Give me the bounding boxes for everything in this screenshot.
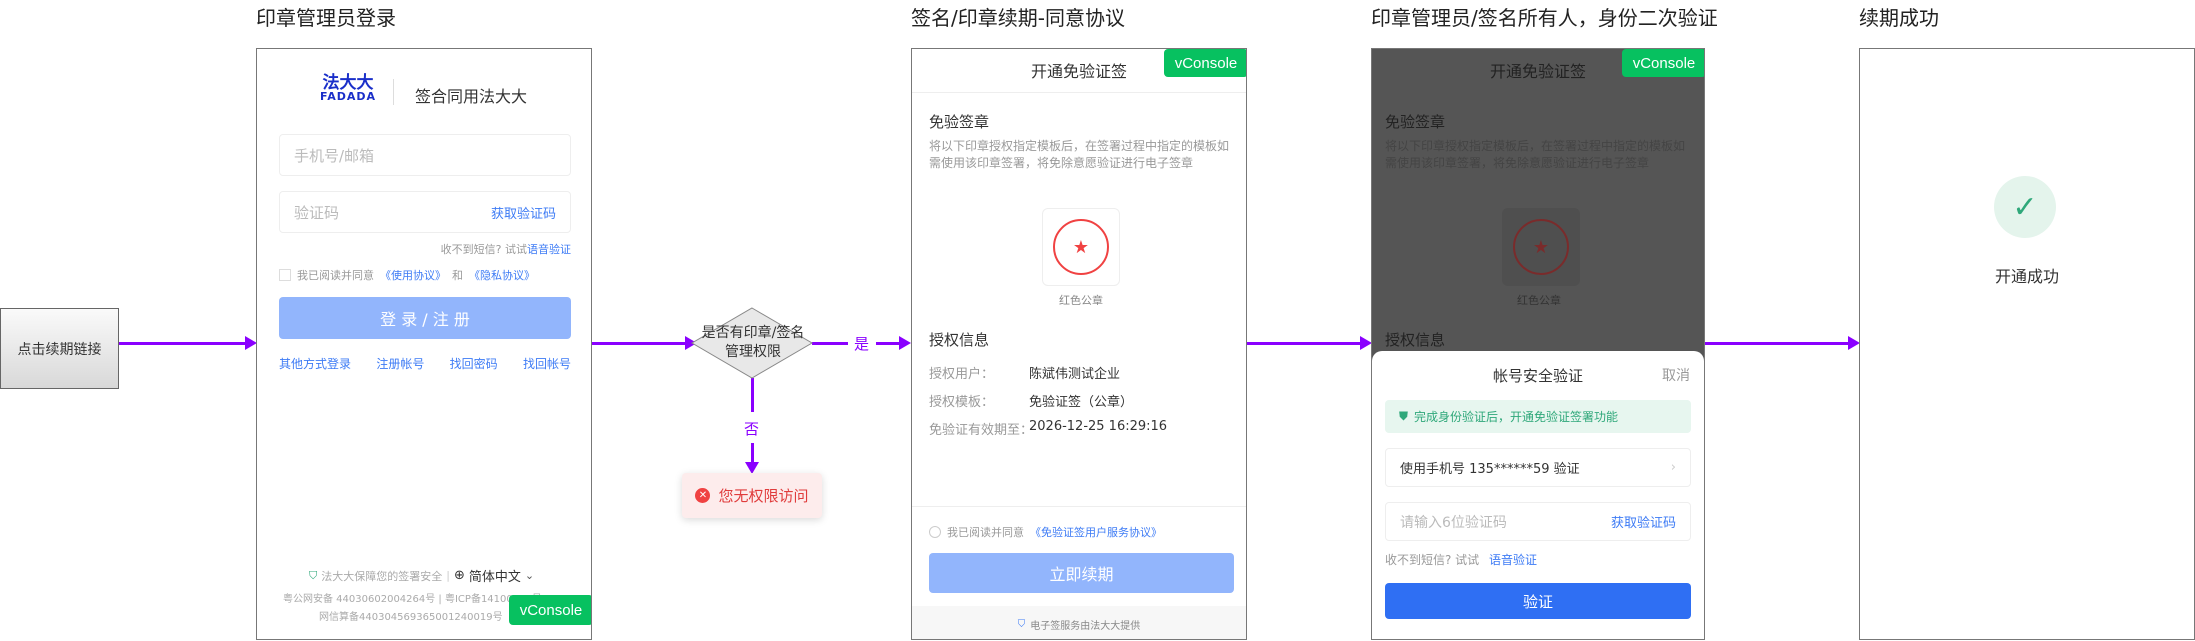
terms-link[interactable]: 《使用协议》 bbox=[380, 267, 446, 283]
chevron-down-icon[interactable]: ⌄ bbox=[525, 569, 534, 582]
register-link[interactable]: 注册帐号 bbox=[376, 355, 424, 372]
code-input[interactable]: 请输入6位验证码 获取验证码 bbox=[1385, 502, 1691, 541]
provider-text: 电子签服务由法大大提供 bbox=[1030, 620, 1141, 632]
seal-card: ★ bbox=[1502, 208, 1580, 286]
success-text: 开通成功 bbox=[1994, 267, 2059, 286]
arrow-decision-yes bbox=[812, 342, 848, 345]
error-toast: ✕ 您无权限访问 bbox=[682, 473, 822, 518]
verify-button[interactable]: 验证 bbox=[1385, 583, 1691, 619]
net-filing-text: 网信算备440304569365001240019号 bbox=[319, 612, 503, 623]
row-label: 授权用户： bbox=[929, 367, 995, 382]
security-text: 法大大保障您的签署安全 bbox=[321, 569, 443, 583]
error-text: 您无权限访问 bbox=[718, 487, 809, 505]
icp-text: 粤公网安备 44030602004264号 | 粤ICP备14100833号 bbox=[283, 594, 542, 605]
chevron-right-icon: › bbox=[1670, 460, 1676, 475]
shield-icon: ⛊ bbox=[1399, 409, 1409, 423]
description: 将以下印章授权指定模板后，在签署过程中指定的模板如需使用该印章签署，将免除意愿验… bbox=[1385, 139, 1686, 170]
column-title-login: 印章管理员登录 bbox=[256, 6, 396, 30]
verify-screen: 开通免验证签 vConsole 免验签章 将以下印章授权指定模板后，在签署过程中… bbox=[1371, 48, 1705, 640]
section-title: 授权信息 bbox=[1385, 331, 1446, 349]
arrow-start-login bbox=[119, 342, 247, 345]
seal-card[interactable]: ★ bbox=[1042, 208, 1120, 286]
voice-verify-link[interactable]: 语音验证 bbox=[527, 243, 571, 256]
cancel-button[interactable]: 取消 bbox=[1662, 365, 1690, 385]
voice-verify-link[interactable]: 语音验证 bbox=[1489, 553, 1537, 567]
login-register-button[interactable]: 登 录 / 注 册 bbox=[279, 297, 571, 339]
section-title: 免验签章 bbox=[1385, 113, 1446, 131]
recover-account-link[interactable]: 找回帐号 bbox=[523, 355, 571, 372]
description: 将以下印章授权指定模板后，在签署过程中指定的模板如需使用该印章签署，将免除意愿验… bbox=[929, 139, 1230, 170]
agree-checkbox[interactable] bbox=[279, 269, 291, 281]
arrow-login-decision bbox=[592, 342, 687, 345]
code-input[interactable]: 验证码 获取验证码 bbox=[279, 191, 571, 233]
no-sms-text: 收不到短信? 试试 bbox=[440, 243, 527, 256]
row-label: 免验证有效期至： bbox=[929, 423, 1034, 438]
get-code-link[interactable]: 获取验证码 bbox=[491, 203, 556, 222]
fadada-logo: 法大大 FADADA bbox=[320, 73, 377, 104]
agreement-link[interactable]: 《免验证签用户服务协议》 bbox=[1030, 524, 1162, 540]
success-screen: ✓ 开通成功 bbox=[1859, 48, 2195, 640]
arrow-verify-success bbox=[1705, 342, 1850, 345]
arrow-decision-no bbox=[751, 378, 754, 412]
row-label: 授权模板： bbox=[929, 395, 995, 410]
decision-text: 是否有印章/签名管理权限 bbox=[701, 325, 805, 360]
column-title-agreement: 签名/印章续期-同意协议 bbox=[911, 6, 1125, 30]
info-banner: ⛊ 完成身份验证后，开通免验证签署功能 bbox=[1385, 400, 1691, 433]
agree-text: 我已阅读并同意 bbox=[297, 269, 374, 282]
language-select[interactable]: 简体中文 bbox=[469, 566, 521, 585]
yes-label: 是 bbox=[854, 335, 870, 353]
phone-email-input[interactable]: 手机号/邮箱 bbox=[279, 134, 571, 176]
vconsole-button[interactable]: vConsole bbox=[1164, 49, 1246, 77]
success-check-icon: ✓ bbox=[1994, 176, 2056, 238]
recover-password-link[interactable]: 找回密码 bbox=[450, 355, 498, 372]
login-screen: 法大大 FADADA 签合同用法大大 手机号/邮箱 验证码 获取验证码 收不到短信?… bbox=[256, 48, 592, 640]
row-value: 陈斌伟测试企业 bbox=[1029, 367, 1121, 382]
arrow-agreement-verify bbox=[1247, 342, 1362, 345]
agreement-screen: 开通免验证签 vConsole 免验签章 将以下印章授权指定模板后，在签署过程中… bbox=[911, 48, 1247, 640]
no-label: 否 bbox=[744, 420, 760, 438]
vconsole-button[interactable]: vConsole bbox=[1622, 49, 1704, 77]
shield-icon: ⛉ bbox=[309, 568, 318, 582]
globe-icon: ⊕ bbox=[453, 568, 465, 583]
seal-image: ★ bbox=[1053, 219, 1109, 275]
row-value: 免验证签（公章） bbox=[1029, 395, 1134, 410]
verify-sheet: 帐号安全验证 取消 ⛊ 完成身份验证后，开通免验证签署功能 使用手机号 135**… bbox=[1372, 351, 1704, 639]
no-sms-text: 收不到短信? 试试 bbox=[1385, 553, 1480, 567]
row-value: 2026-12-25 16:29:16 bbox=[1029, 419, 1168, 434]
agree-radio[interactable] bbox=[929, 526, 941, 538]
section-title-exempt-seal: 免验签章 bbox=[929, 113, 990, 131]
slogan: 签合同用法大大 bbox=[415, 87, 528, 106]
vconsole-button[interactable]: vConsole bbox=[509, 595, 591, 625]
shield-icon: ⛉ bbox=[1017, 618, 1026, 630]
seal-name: 红色公章 bbox=[1517, 294, 1561, 307]
section-title-auth-info: 授权信息 bbox=[929, 331, 990, 349]
sheet-title: 帐号安全验证 bbox=[1492, 367, 1583, 385]
get-code-link[interactable]: 获取验证码 bbox=[1611, 512, 1676, 531]
column-title-success: 续期成功 bbox=[1859, 6, 1939, 30]
seal-name: 红色公章 bbox=[1059, 294, 1103, 307]
renew-button[interactable]: 立即续期 bbox=[929, 553, 1234, 593]
phone-verify-option[interactable]: 使用手机号 135******59 验证 › bbox=[1385, 448, 1691, 487]
column-title-verify: 印章管理员/签名所有人，身份二次验证 bbox=[1371, 6, 1718, 30]
and-text: 和 bbox=[452, 269, 463, 282]
start-node: 点击续期链接 bbox=[0, 308, 119, 389]
agree-text: 我已阅读并同意 bbox=[947, 526, 1024, 539]
privacy-link[interactable]: 《隐私协议》 bbox=[469, 267, 535, 283]
other-login-link[interactable]: 其他方式登录 bbox=[279, 355, 351, 372]
error-icon: ✕ bbox=[695, 488, 711, 503]
